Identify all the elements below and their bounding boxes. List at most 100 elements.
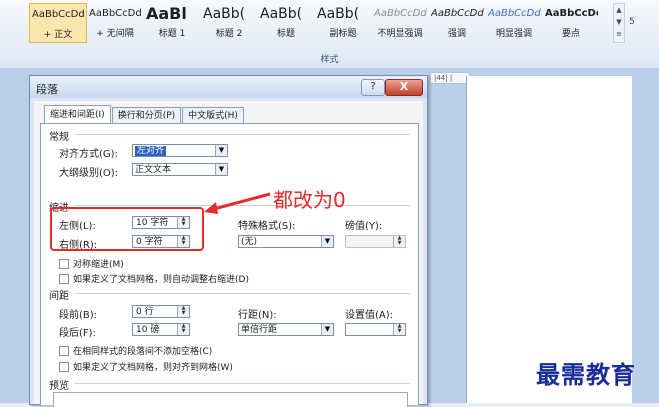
mirror-indents-label: 对称缩进(M) — [73, 260, 124, 270]
style-name: 明显强调 — [495, 29, 532, 39]
special-format-label: 特殊格式(S): — [238, 221, 296, 232]
snap-to-grid-label: 如果定义了文档网格，则对齐到网格(W) — [73, 363, 233, 373]
tab-asian-typography[interactable]: 中文版式(H) — [182, 107, 244, 124]
general-heading: 常规 — [49, 132, 69, 143]
checkbox-icon[interactable] — [59, 258, 69, 269]
at-spinner[interactable]: ▲ ▼ — [345, 323, 406, 336]
special-format-value: (无) — [241, 237, 258, 247]
divider — [75, 383, 410, 384]
dialog-titlebar[interactable]: 段落 ? X — [30, 76, 427, 98]
divider — [75, 134, 410, 135]
divider — [75, 293, 410, 294]
dialog-tabs: 缩进和间距(I) 换行和分页(P) 中文版式(H) — [44, 105, 245, 124]
style-item[interactable]: AaBl 标题 1 — [144, 3, 201, 41]
dialog-panel: 缩进和间距(I) 换行和分页(P) 中文版式(H) 常规 对齐方式(G): 左对… — [34, 101, 423, 407]
style-sample: AaBbCcDd — [32, 9, 85, 20]
style-item[interactable]: AaBbCcDd 强调 — [429, 3, 486, 41]
tab-line-page-breaks[interactable]: 换行和分页(P) — [111, 107, 182, 124]
space-after-label: 段后(F): — [59, 328, 96, 339]
style-name: 标题 1 — [158, 29, 186, 39]
gallery-scroll[interactable]: ▲ ▼ ≡ — [613, 3, 625, 43]
style-sample: AaBl — [146, 5, 187, 23]
alignment-value: 左对齐 — [135, 146, 167, 156]
style-item[interactable]: AaBb( 标题 2 — [201, 3, 258, 41]
style-sample: AaBbCcDd — [374, 8, 427, 19]
style-item[interactable]: AaBb( 副标题 — [315, 3, 372, 41]
space-before-label: 段前(B): — [59, 310, 98, 321]
style-item[interactable]: AaBbCcDd 不明显强调 — [372, 3, 429, 41]
style-name: 标题 — [276, 29, 295, 39]
style-sample: AaBbCcDd — [488, 8, 541, 19]
by-label: 磅值(Y): — [345, 221, 383, 232]
spin-arrows-icon[interactable]: ▲ ▼ — [177, 306, 189, 317]
style-sample: AaBbCcDc — [545, 8, 598, 19]
preview-heading: 预览 — [49, 381, 69, 392]
style-item[interactable]: AaBbCcDd 明显强调 — [486, 3, 543, 41]
special-format-select[interactable]: (无) ▼ — [238, 235, 334, 248]
line-spacing-value: 单倍行距 — [241, 325, 278, 335]
styles-group-label: 样式 — [320, 55, 339, 65]
chevron-down-icon[interactable]: ▼ — [321, 236, 333, 247]
spin-arrows-icon[interactable]: ▲ ▼ — [393, 236, 405, 247]
annotation-text: 都改为0 — [273, 188, 346, 212]
style-sample: AaBb( — [317, 6, 360, 22]
ribbon: AaBbCcDd + 正文 AaBbCcDd + 无间隔 AaBl 标题 1 AaBb( 标题… — [0, 0, 659, 69]
close-button[interactable]: X — [385, 79, 423, 96]
checkbox-icon[interactable] — [59, 345, 69, 356]
spacing-heading: 间距 — [49, 291, 69, 302]
style-item[interactable]: AaBb( 标题 — [258, 3, 315, 41]
style-name: + 无间隔 — [96, 29, 134, 39]
outline-level-select[interactable]: 正文文本 ▼ — [132, 163, 228, 176]
at-label: 设置值(A): — [345, 310, 394, 321]
tab-content: 常规 对齐方式(G): 左对齐 ▼ 大纲级别(O): 正文文本 ▼ 缩进 左侧(… — [40, 123, 419, 407]
no-space-same-style-label: 在相同样式的段落间不添加空格(C) — [73, 347, 213, 357]
styles-gallery: AaBbCcDd + 正文 AaBbCcDd + 无间隔 AaBl 标题 1 AaBb( 标题… — [29, 3, 600, 43]
style-item[interactable]: AaBbCcDd + 无间隔 — [87, 3, 144, 41]
style-name: + 正文 — [43, 30, 73, 40]
chevron-down-icon[interactable]: ▼ — [215, 164, 227, 175]
style-sample: AaBb( — [260, 6, 303, 22]
line-spacing-label: 行距(N): — [238, 310, 277, 321]
chevron-down-icon[interactable]: ▼ — [321, 324, 333, 335]
style-sample: AaBb( — [203, 6, 246, 22]
checkbox-icon[interactable] — [59, 273, 69, 284]
mirror-indents-checkbox[interactable]: 对称缩进(M) — [59, 257, 124, 270]
style-name: 不明显强调 — [377, 29, 423, 39]
alignment-select[interactable]: 左对齐 ▼ — [132, 144, 228, 157]
by-spinner[interactable]: ▲ ▼ — [345, 235, 406, 248]
chevron-down-icon[interactable]: ▼ — [215, 145, 227, 156]
space-after-value: 10 磅 — [136, 325, 160, 335]
space-before-spinner[interactable]: 0 行 ▲ ▼ — [132, 305, 190, 318]
outline-level-label: 大纲级别(O): — [59, 168, 119, 179]
no-space-same-style-checkbox[interactable]: 在相同样式的段落间不添加空格(C) — [59, 344, 212, 357]
spin-arrows-icon[interactable]: ▲ ▼ — [177, 324, 189, 335]
highlight-box — [50, 207, 204, 251]
style-sample: AaBbCcDd — [431, 8, 484, 19]
annotation-arrow-icon — [204, 192, 271, 214]
line-spacing-select[interactable]: 单倍行距 ▼ — [238, 323, 334, 336]
style-name: 要点 — [561, 29, 580, 39]
checkbox-icon[interactable] — [59, 361, 69, 372]
tab-indent-spacing[interactable]: 缩进和间距(I) — [44, 105, 111, 124]
snap-to-grid-checkbox[interactable]: 如果定义了文档网格，则对齐到网格(W) — [59, 360, 233, 373]
style-item[interactable]: AaBbCcDd + 正文 — [29, 3, 87, 43]
document-page[interactable] — [466, 76, 632, 403]
spin-arrows-icon[interactable]: ▲ ▼ — [393, 324, 405, 335]
outline-level-value: 正文文本 — [135, 165, 172, 175]
help-button[interactable]: ? — [361, 79, 385, 96]
styles-launcher-icon[interactable]: 5 — [629, 17, 635, 27]
style-name: 标题 2 — [215, 29, 243, 39]
style-name: 副标题 — [329, 29, 357, 39]
preview-box — [53, 392, 408, 407]
space-before-value: 0 行 — [136, 307, 154, 317]
alignment-label: 对齐方式(G): — [59, 149, 118, 160]
space-after-spinner[interactable]: 10 磅 ▲ ▼ — [132, 323, 190, 336]
auto-adjust-indent-checkbox[interactable]: 如果定义了文档网格，则自动调整右缩进(D) — [59, 272, 249, 285]
style-sample: AaBbCcDd — [89, 8, 142, 19]
auto-adjust-indent-label: 如果定义了文档网格，则自动调整右缩进(D) — [73, 275, 249, 285]
watermark-logo: 最需教育 — [536, 360, 636, 389]
ruler: |44| | — [430, 72, 470, 84]
style-item[interactable]: AaBbCcDc 要点 — [543, 3, 600, 41]
style-name: 强调 — [447, 29, 466, 39]
dialog-title: 段落 — [36, 83, 58, 96]
